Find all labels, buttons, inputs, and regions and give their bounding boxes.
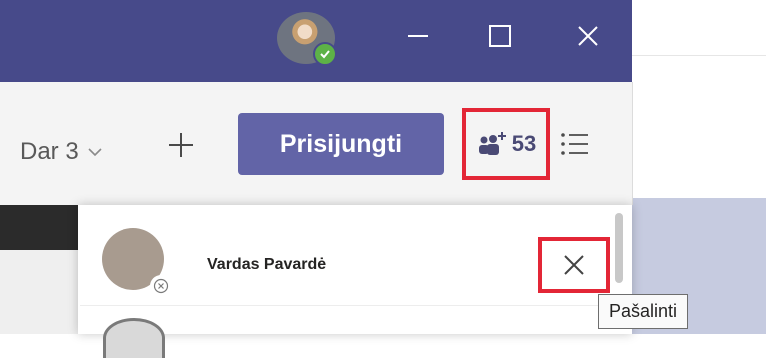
participants-add-icon [478, 132, 506, 155]
muted-status-icon [150, 275, 172, 297]
status-available-icon [313, 42, 337, 66]
list-icon [561, 133, 588, 155]
maximize-icon [489, 25, 511, 47]
scrollbar[interactable] [615, 213, 623, 283]
list-view-button[interactable] [560, 130, 590, 163]
maximize-button[interactable] [480, 16, 520, 56]
day-selector[interactable]: Dar 3 [20, 138, 103, 166]
user-avatar[interactable] [277, 12, 339, 68]
close-icon [578, 26, 598, 46]
join-button[interactable]: Prisijungti [238, 113, 444, 175]
minimize-button[interactable] [398, 16, 438, 56]
plus-icon [169, 133, 193, 157]
remove-participant-button[interactable] [538, 237, 610, 293]
add-button[interactable] [166, 130, 196, 160]
list-divider [80, 305, 598, 306]
chevron-down-icon [88, 148, 102, 157]
meeting-toolbar: Dar 3 Prisijungti 53 [0, 82, 633, 205]
remove-tooltip: Pašalinti [598, 294, 689, 329]
day-label: Dar 3 [20, 138, 79, 165]
divider [632, 55, 766, 56]
background-dark-bar [0, 205, 82, 250]
minimize-icon [408, 35, 428, 37]
title-bar [0, 0, 632, 82]
background-grey-area [0, 250, 82, 334]
participants-button[interactable]: 53 [462, 108, 550, 180]
background-content [632, 0, 766, 334]
avatar [103, 318, 165, 358]
participant-name: Vardas Pavardė [207, 256, 327, 273]
participants-count: 53 [511, 131, 537, 156]
close-button[interactable] [568, 16, 608, 56]
close-icon [564, 255, 584, 275]
